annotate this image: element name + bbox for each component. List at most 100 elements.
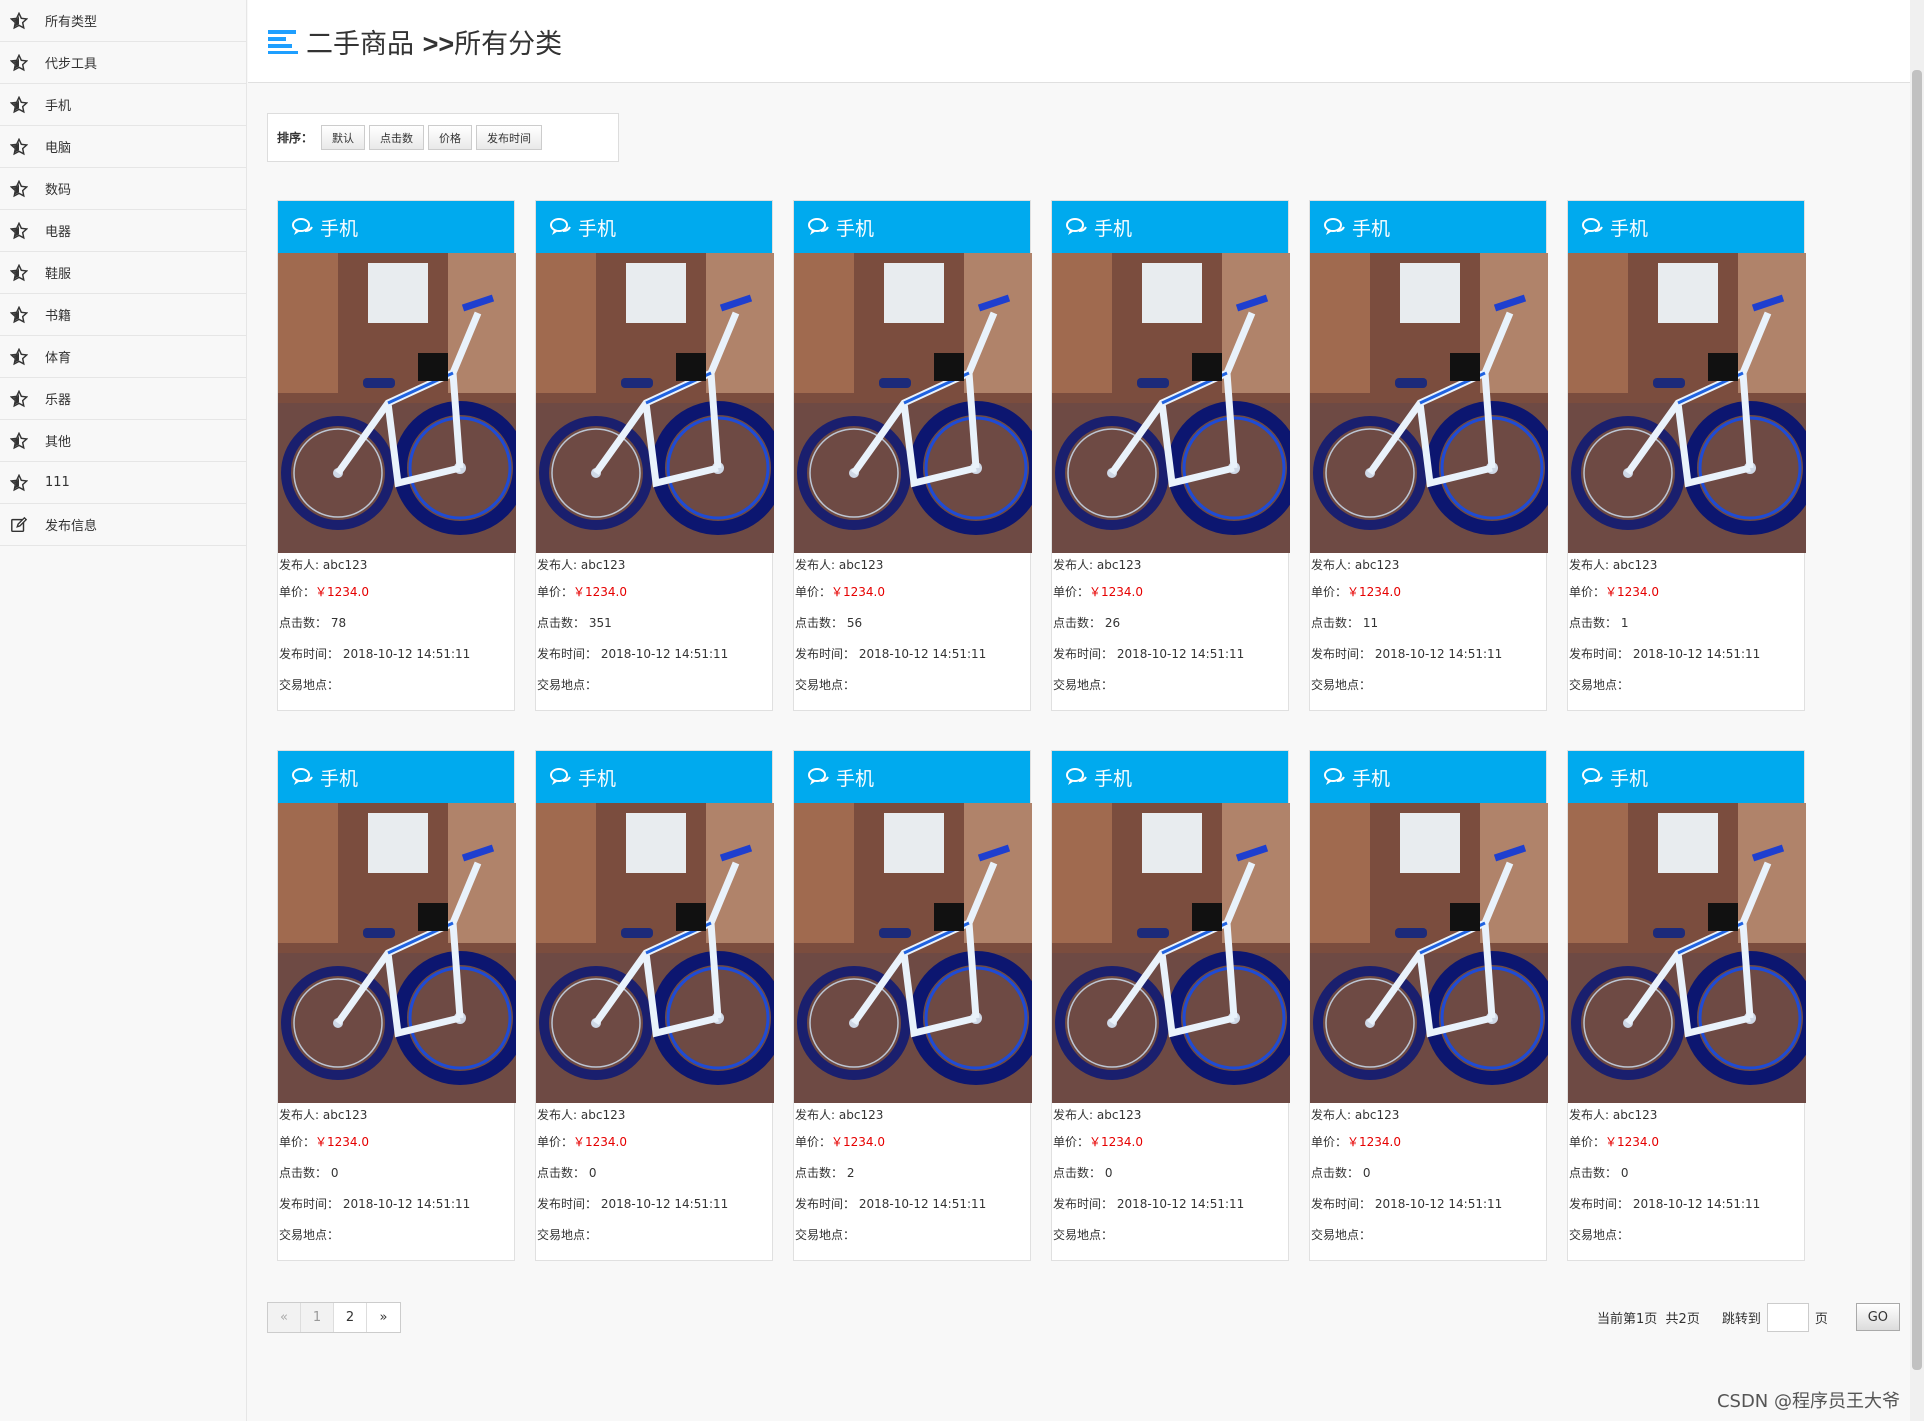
clicks-row: 点击数： 0 bbox=[1311, 1158, 1546, 1189]
sidebar-item[interactable]: 书籍 bbox=[0, 294, 246, 336]
chat-icon bbox=[550, 218, 571, 235]
card-header[interactable]: 手机 bbox=[1310, 751, 1546, 803]
next-page-button[interactable]: » bbox=[367, 1303, 400, 1332]
product-image[interactable] bbox=[1052, 803, 1290, 1103]
sidebar-item[interactable]: 其他 bbox=[0, 420, 246, 462]
chat-icon bbox=[292, 218, 313, 235]
card-info: 发布人: abc123 单价：￥1234.0 点击数： 11 发布时间： 2018-1… bbox=[1310, 553, 1546, 701]
sidebar-item[interactable]: 手机 bbox=[0, 84, 246, 126]
product-image[interactable] bbox=[278, 253, 516, 553]
card-category: 手机 bbox=[320, 767, 359, 790]
card-header[interactable]: 手机 bbox=[1310, 201, 1546, 253]
sidebar-item[interactable]: 代步工具 bbox=[0, 42, 246, 84]
product-card[interactable]: 手机 发布人: abc123 单价：￥1234.0 点击数： 2 发布时间： 2018-… bbox=[793, 750, 1032, 1261]
sidebar-item[interactable]: 111 bbox=[0, 462, 246, 504]
card-header[interactable]: 手机 bbox=[536, 201, 772, 253]
card-header[interactable]: 手机 bbox=[278, 201, 514, 253]
publisher-value: abc123 bbox=[1096, 558, 1142, 572]
sidebar-item-label: 手机 bbox=[45, 99, 72, 114]
location-row: 交易地点： bbox=[795, 1220, 1030, 1251]
product-card[interactable]: 手机 发布人: abc123 单价：￥1234.0 点击数： 0 发布时间： 2018-… bbox=[1051, 750, 1290, 1261]
card-header[interactable]: 手机 bbox=[1052, 201, 1288, 253]
clicks-row: 点击数： 0 bbox=[279, 1158, 514, 1189]
publisher-value: abc123 bbox=[580, 1108, 626, 1122]
product-card[interactable]: 手机 发布人: abc123 单价：￥1234.0 点击数： 78 发布时间： 2018… bbox=[277, 200, 516, 711]
sidebar-list: 所有类型代步工具手机电脑 数码 电器 鞋服 书籍体育乐器 其他 111 发布信息 bbox=[0, 0, 246, 546]
product-image[interactable] bbox=[794, 803, 1032, 1103]
location-row: 交易地点： bbox=[1569, 670, 1804, 701]
location-label: 交易地点： bbox=[1053, 1228, 1114, 1242]
star-icon bbox=[9, 389, 29, 409]
price-row: 单价：￥1234.0 bbox=[537, 577, 772, 608]
product-image[interactable] bbox=[1310, 803, 1548, 1103]
sort-price-button[interactable]: 价格 bbox=[428, 125, 473, 150]
sidebar-item[interactable]: 发布信息 bbox=[0, 504, 246, 546]
product-card[interactable]: 手机 发布人: abc123 单价：￥1234.0 点击数： 0 发布时间： 2018-… bbox=[277, 750, 516, 1261]
card-category: 手机 bbox=[1352, 217, 1391, 240]
page-2-button[interactable]: 2 bbox=[334, 1303, 367, 1332]
clicks-label: 点击数： bbox=[1569, 1166, 1618, 1180]
price-value: ￥1234.0 bbox=[573, 1135, 628, 1149]
jump-page-input[interactable] bbox=[1766, 1302, 1809, 1332]
product-card[interactable]: 手机发布人: abc123 单价：￥1234.0 点击数： 11 发布时间： 2018… bbox=[1309, 200, 1548, 711]
time-label: 发布时间： bbox=[1569, 1197, 1630, 1211]
sidebar-item[interactable]: 鞋服 bbox=[0, 252, 246, 294]
product-image[interactable] bbox=[1568, 803, 1806, 1103]
scrollbar[interactable] bbox=[1910, 0, 1924, 1421]
card-category: 手机 bbox=[1094, 217, 1133, 240]
product-image[interactable] bbox=[794, 253, 1032, 553]
product-card[interactable]: 手机 发布人: abc123 单价：￥1234.0 点击数： 0 发布时间： 2018-… bbox=[535, 750, 774, 1261]
time-row: 发布时间： 2018-10-12 14:51:11 bbox=[279, 1189, 514, 1220]
location-label: 交易地点： bbox=[795, 678, 856, 692]
price-label: 单价： bbox=[279, 1135, 316, 1149]
price-value: ￥1234.0 bbox=[1605, 1135, 1660, 1149]
product-image[interactable] bbox=[1310, 253, 1548, 553]
card-header[interactable]: 手机 bbox=[1568, 751, 1804, 803]
sidebar-item[interactable]: 体育 bbox=[0, 336, 246, 378]
go-button[interactable]: GO bbox=[1855, 1303, 1900, 1331]
time-value: 2018-10-12 14:51:11 bbox=[1632, 1197, 1761, 1211]
product-image[interactable] bbox=[1052, 253, 1290, 553]
card-header[interactable]: 手机 bbox=[1052, 751, 1288, 803]
publisher-label: 发布人: bbox=[279, 558, 320, 572]
product-card[interactable]: 手机 发布人: abc123 单价：￥1234.0 点击数： 0 发布时间： 2018-… bbox=[1309, 750, 1548, 1261]
product-image[interactable] bbox=[1568, 253, 1806, 553]
location-row: 交易地点： bbox=[795, 670, 1030, 701]
product-card[interactable]: 手机 发布人: abc123 单价：￥1234.0 点击数： 0 发布时间： 2018-… bbox=[1567, 750, 1806, 1261]
card-header[interactable]: 手机 bbox=[794, 751, 1030, 803]
publisher-label: 发布人: bbox=[795, 1108, 836, 1122]
product-image[interactable] bbox=[278, 803, 516, 1103]
sidebar-item-label: 所有类型 bbox=[45, 15, 98, 30]
page-1-button[interactable]: 1 bbox=[301, 1303, 334, 1332]
card-header[interactable]: 手机 bbox=[536, 751, 772, 803]
publisher-label: 发布人: bbox=[1053, 558, 1094, 572]
product-card[interactable]: 手机 发布人: abc123 单价：￥1234.0 点击数： 56 发布时间： 2018… bbox=[793, 200, 1032, 711]
sort-time-button[interactable]: 发布时间 bbox=[476, 125, 543, 150]
clicks-label: 点击数： bbox=[1311, 616, 1360, 630]
sidebar-item[interactable]: 电脑 bbox=[0, 126, 246, 168]
card-info: 发布人: abc123 单价：￥1234.0 点击数： 26 发布时间： 2018-1… bbox=[1052, 553, 1288, 701]
sidebar-item[interactable]: 乐器 bbox=[0, 378, 246, 420]
sort-bar: 排序： 默认 点击数 价格 发布时间 bbox=[267, 113, 619, 162]
sidebar-item[interactable]: 电器 bbox=[0, 210, 246, 252]
chat-icon bbox=[1582, 218, 1603, 235]
product-card[interactable]: 手机 发布人: abc123 单价：￥1234.0 点击数： 351 发布时间： 201… bbox=[535, 200, 774, 711]
time-label: 发布时间： bbox=[795, 1197, 856, 1211]
sort-default-button[interactable]: 默认 bbox=[321, 125, 366, 150]
product-card[interactable]: 手机 发布人: abc123 单价：￥1234.0 点击数： 1 发布时间： 2018-… bbox=[1567, 200, 1806, 711]
price-row: 单价：￥1234.0 bbox=[1053, 1127, 1288, 1158]
sidebar-item-label: 体育 bbox=[45, 351, 72, 366]
product-card[interactable]: 手机发布人: abc123 单价：￥1234.0 点击数： 26 发布时间： 2018… bbox=[1051, 200, 1290, 711]
scrollbar-thumb[interactable] bbox=[1912, 70, 1922, 1370]
sort-clicks-button[interactable]: 点击数 bbox=[369, 125, 425, 150]
card-header[interactable]: 手机 bbox=[1568, 201, 1804, 253]
product-image[interactable] bbox=[536, 803, 774, 1103]
card-header[interactable]: 手机 bbox=[794, 201, 1030, 253]
prev-page-button[interactable]: « bbox=[268, 1303, 301, 1332]
price-row: 单价：￥1234.0 bbox=[279, 577, 514, 608]
card-header[interactable]: 手机 bbox=[278, 751, 514, 803]
sidebar-item[interactable]: 所有类型 bbox=[0, 0, 246, 42]
clicks-row: 点击数： 78 bbox=[279, 608, 514, 639]
product-image[interactable] bbox=[536, 253, 774, 553]
sidebar-item[interactable]: 数码 bbox=[0, 168, 246, 210]
